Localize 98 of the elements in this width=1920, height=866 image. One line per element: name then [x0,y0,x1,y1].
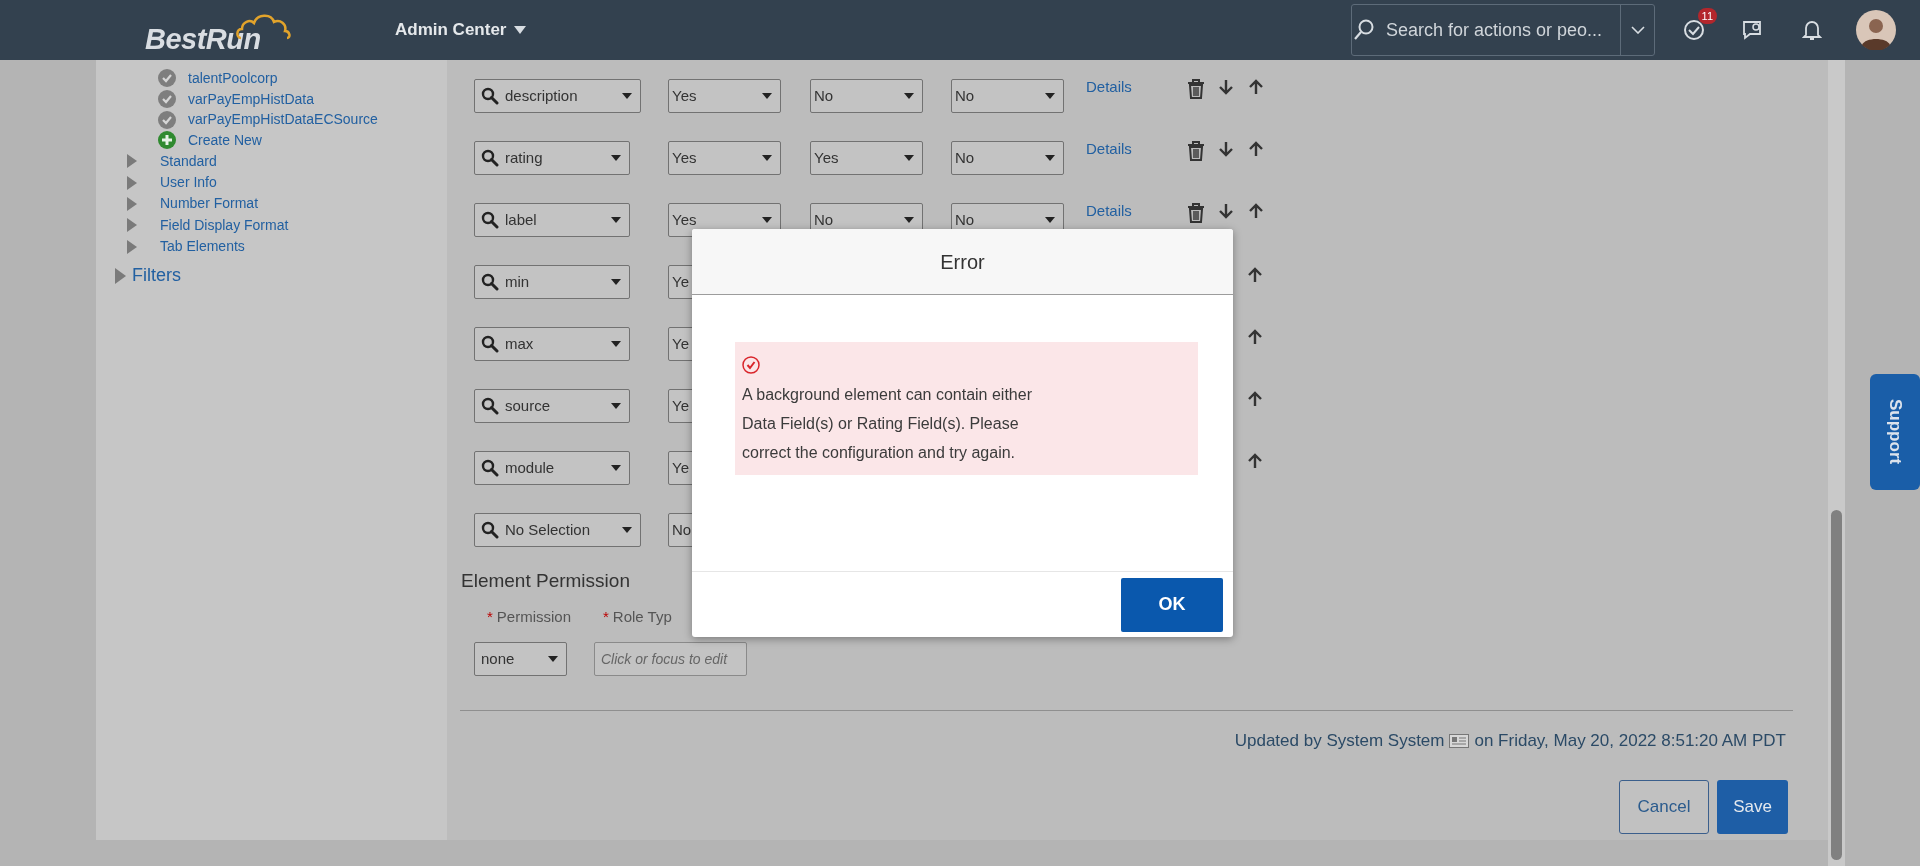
tree-item[interactable]: varPayEmpHistData [188,88,315,110]
trash-icon[interactable] [1187,203,1205,223]
option-select[interactable]: No [951,141,1064,175]
profile-card-icon[interactable] [1449,733,1470,748]
caret-icon [904,155,914,161]
caret-icon [611,279,621,285]
cancel-button[interactable]: Cancel [1619,779,1709,834]
field-select[interactable]: rating [474,141,630,175]
search-icon [481,397,499,415]
option-select[interactable]: Yes [668,79,781,113]
error-check-icon [742,355,760,374]
arrow-up-icon[interactable] [1248,267,1262,283]
field-label: * Role Typ [603,606,672,627]
tree-item[interactable]: Tab Elements [160,236,245,258]
section-title: Element Permission [461,569,631,593]
search-icon [481,149,499,167]
search-icon [481,211,499,229]
tree-section[interactable]: Filters [132,262,181,290]
search-box[interactable]: Search for actions or peo... [1351,4,1655,56]
arrow-down-icon[interactable] [1219,79,1233,95]
expand-icon[interactable] [127,175,137,190]
tree-item[interactable]: talentPoolcorp [188,67,278,89]
arrow-up-icon[interactable] [1249,79,1263,95]
search-field[interactable]: Search for actions or peo... [1382,16,1620,44]
caret-icon [548,656,558,662]
role-type-field[interactable]: Click or focus to edit [594,642,747,676]
caret-icon [514,26,527,34]
chevron-down-icon[interactable] [1630,26,1645,34]
caret-icon [1045,155,1055,161]
arrow-down-icon[interactable] [1219,141,1233,157]
search-icon [481,335,499,353]
search-icon [481,87,499,105]
tree-item[interactable]: Standard [160,150,217,172]
trash-icon[interactable] [1187,141,1205,161]
field-label: * Permission [487,606,572,627]
expand-icon[interactable] [127,239,137,254]
caret-icon [611,403,621,409]
expand-icon[interactable] [127,218,137,233]
option-select[interactable]: Yes [810,141,923,175]
field-select[interactable]: max [474,327,630,361]
updated-date-text: on Friday, May 20, 2022 8:51:20 AM PDT [1474,730,1786,752]
dialog-title: Error [692,229,1233,295]
expand-icon[interactable] [127,197,137,211]
field-select[interactable]: min [474,265,630,299]
check-circle-icon [158,69,176,88]
option-select[interactable]: Yes [668,141,781,175]
arrow-up-icon[interactable] [1248,391,1262,407]
avatar-icon[interactable] [1856,10,1896,50]
field-select[interactable]: label [474,203,630,237]
field-select[interactable]: description [474,79,641,113]
expand-icon[interactable] [115,267,126,284]
arrow-up-icon[interactable] [1248,329,1262,345]
expand-icon[interactable] [127,154,137,169]
ok-button[interactable]: OK [1121,577,1223,632]
caret-icon [622,527,632,533]
tree-item[interactable]: User Info [160,172,217,194]
error-message: A background element can contain either Data Field(s) or Rating Field(s). Please correct the configuration and try again. [742,385,1033,463]
search-icon [481,273,499,291]
caret-icon [762,217,772,223]
bell-icon[interactable] [1802,19,1822,41]
trash-icon[interactable] [1187,79,1205,99]
check-circle-icon [158,90,176,109]
add-icon [158,131,176,150]
search-icon [481,521,499,539]
caret-icon [611,155,621,161]
field-select[interactable]: source [474,389,630,423]
support-tab[interactable]: Support [1870,374,1920,490]
caret-icon [1045,93,1055,99]
caret-icon [611,465,621,471]
option-select[interactable]: No [810,79,923,113]
tree-item[interactable]: Number Format [160,193,259,215]
caret-icon [762,155,772,161]
field-select[interactable]: module [474,451,630,485]
arrow-down-icon[interactable] [1219,203,1233,219]
permission-select[interactable]: none [474,642,567,676]
caret-icon [904,217,914,223]
check-circle-icon [158,110,176,129]
caret-icon [762,93,772,99]
tree-item[interactable]: varPayEmpHistDataECSource [188,109,378,131]
scrollbar[interactable] [1828,60,1845,866]
arrow-up-icon[interactable] [1249,141,1263,157]
option-select[interactable]: No [951,79,1064,113]
field-select[interactable]: No Selection [474,513,641,547]
arrow-up-icon[interactable] [1248,453,1262,469]
caret-icon [904,93,914,99]
admin-center-menu[interactable]: Admin Center [395,17,527,43]
updated-text: Updated by System System [1234,730,1445,752]
caret-icon [611,341,621,347]
arrow-up-icon[interactable] [1249,203,1263,219]
caret-icon [1045,217,1055,223]
caret-icon [611,217,621,223]
logo-text: BestRun [145,25,261,57]
tree-item[interactable]: Field Display Format [160,214,289,236]
save-button[interactable]: Save [1717,779,1788,834]
tree-item[interactable]: Create New [188,129,262,151]
search-icon [481,459,499,477]
caret-icon [622,93,632,99]
notification-count: 11 [1697,8,1717,24]
